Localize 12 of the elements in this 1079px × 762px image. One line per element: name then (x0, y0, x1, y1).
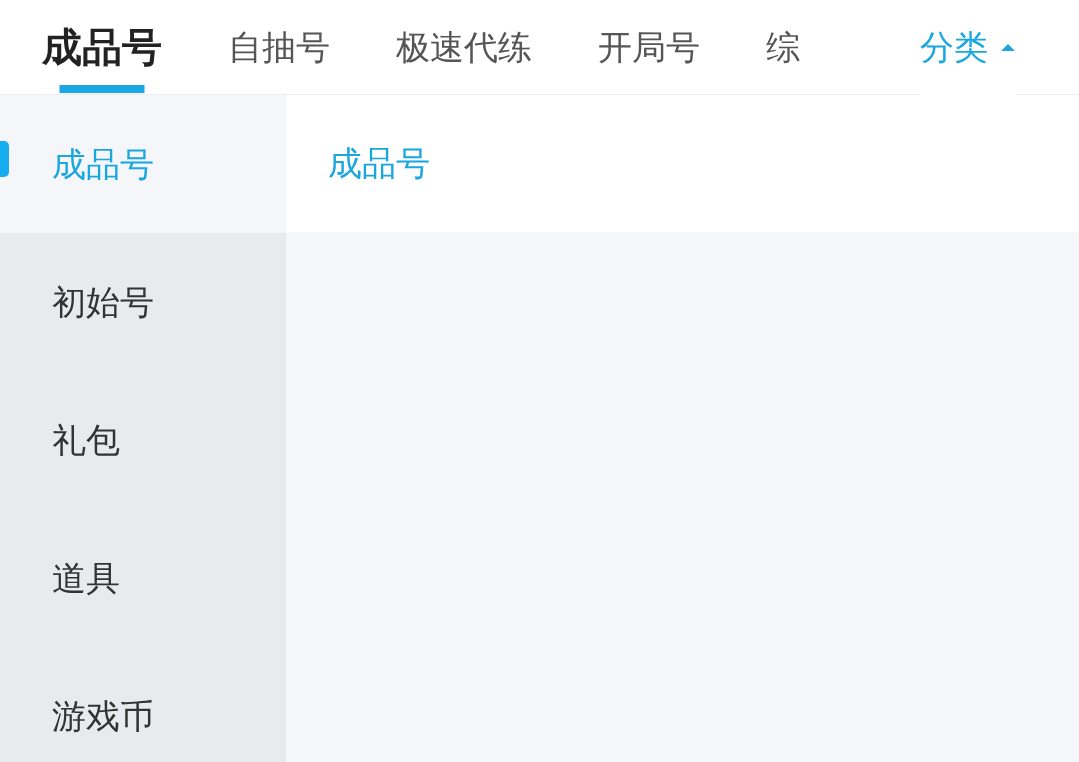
sidebar-item[interactable]: 礼包 (0, 371, 286, 509)
sidebar-item[interactable]: 初始号 (0, 233, 286, 371)
sidebar-item[interactable]: 道具 (0, 509, 286, 647)
category-tab[interactable]: 自抽号 (228, 0, 330, 95)
category-tab[interactable]: 开局号 (598, 0, 700, 95)
sidebar-item[interactable]: 游戏币 (0, 647, 286, 762)
category-tab[interactable]: 综 (766, 0, 800, 95)
selection-indicator (0, 141, 9, 177)
caret-icon (1000, 43, 1016, 52)
category-tab[interactable]: 极速代练 (396, 0, 532, 95)
section-heading: 成品号 (286, 95, 1079, 232)
category-tab[interactable]: 成品号 (42, 0, 162, 95)
